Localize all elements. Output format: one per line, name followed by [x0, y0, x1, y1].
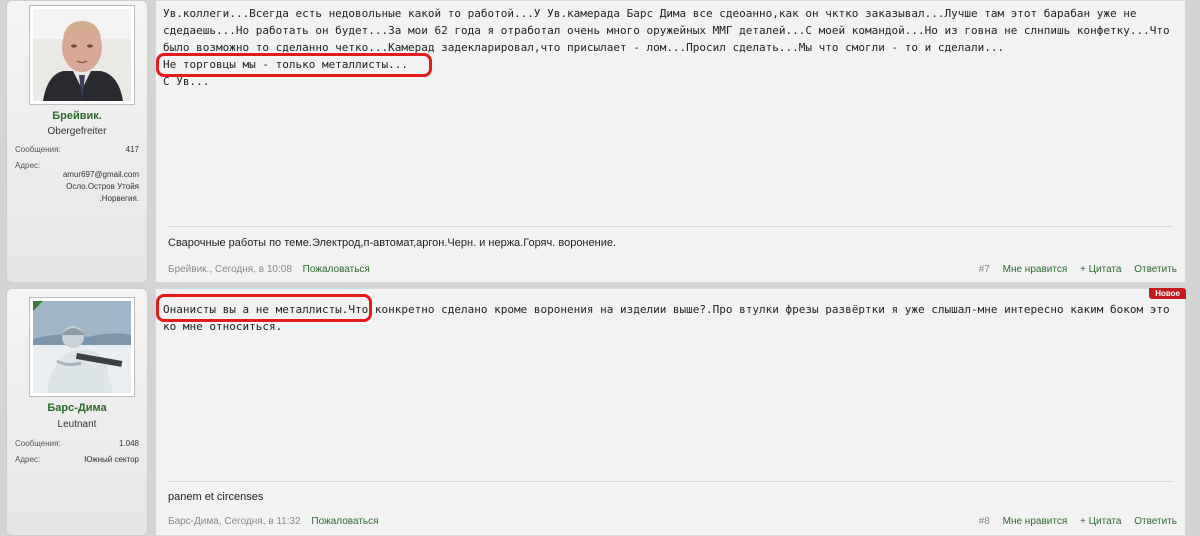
avatar-image	[33, 301, 131, 393]
user-info-panel: Брейвик. Obergefreiter Сообщения: 417 Ад…	[6, 0, 148, 283]
signature: panem et circenses	[168, 491, 264, 503]
address-label: Адрес:	[15, 161, 41, 170]
reply-button[interactable]: Ответить	[1134, 264, 1177, 275]
post-meta: Барс-Дима, Сегодня, в 11:32	[168, 515, 301, 527]
post-8: Барс-Дима Leutnant Сообщения: 1.048 Адре…	[0, 288, 1200, 536]
address-label: Адрес:	[15, 455, 41, 464]
address-line: .Норвегия.	[99, 194, 139, 203]
user-rank: Obergefreiter	[47, 126, 107, 137]
messages-count: 1.048	[118, 439, 139, 448]
new-badge: Новое	[1149, 288, 1186, 299]
post-number[interactable]: #8	[979, 516, 990, 527]
messages-label: Сообщения:	[15, 145, 61, 154]
username[interactable]: Барс-Дима	[7, 402, 147, 414]
signature-divider	[168, 481, 1173, 482]
like-button[interactable]: Мне нравится	[1003, 516, 1068, 527]
quote-button[interactable]: + Цитата	[1080, 264, 1121, 275]
report-link[interactable]: Пожаловаться	[303, 264, 370, 275]
post-number[interactable]: #7	[979, 264, 990, 275]
avatar[interactable]	[29, 5, 135, 105]
post-footer: Брейвик., Сегодня, в 10:08 Пожаловаться …	[168, 261, 1177, 277]
reply-button[interactable]: Ответить	[1134, 516, 1177, 527]
messages-label: Сообщения:	[15, 439, 61, 448]
user-extra-info: Сообщения: 1.048 Адрес: Южный сектор	[15, 436, 139, 468]
post-footer: Барс-Дима, Сегодня, в 11:32 Пожаловаться…	[168, 513, 1177, 529]
user-info-panel: Барс-Дима Leutnant Сообщения: 1.048 Адре…	[6, 288, 148, 536]
signature: Сварочные работы по теме.Электрод,п-авто…	[168, 237, 617, 249]
avatar-image	[33, 9, 131, 101]
message-box: Ув.коллеги...Всегда есть недовольные как…	[155, 0, 1186, 283]
message-text: Ув.коллеги...Всегда есть недовольные как…	[163, 7, 1170, 88]
address-value: Южный сектор	[84, 455, 139, 464]
quote-button[interactable]: + Цитата	[1080, 516, 1121, 527]
post-7: Брейвик. Obergefreiter Сообщения: 417 Ад…	[0, 0, 1200, 283]
message-box: Новое Онанисты вы а не металлисты.Что ко…	[155, 288, 1186, 536]
avatar[interactable]	[29, 297, 135, 397]
signature-divider	[168, 226, 1173, 227]
message-text: Онанисты вы а не металлисты.Что конкретн…	[163, 303, 1177, 333]
user-extra-info: Сообщения: 417 Адрес: amur697@gmail.com …	[15, 142, 139, 205]
post-meta: Брейвик., Сегодня, в 10:08	[168, 263, 292, 275]
messages-count: 417	[125, 145, 139, 154]
user-rank: Leutnant	[57, 419, 97, 430]
address-line: Осло.Остров Утойя	[66, 182, 139, 191]
report-link[interactable]: Пожаловаться	[311, 516, 378, 527]
like-button[interactable]: Мне нравится	[1003, 264, 1068, 275]
username[interactable]: Брейвик.	[7, 110, 147, 122]
